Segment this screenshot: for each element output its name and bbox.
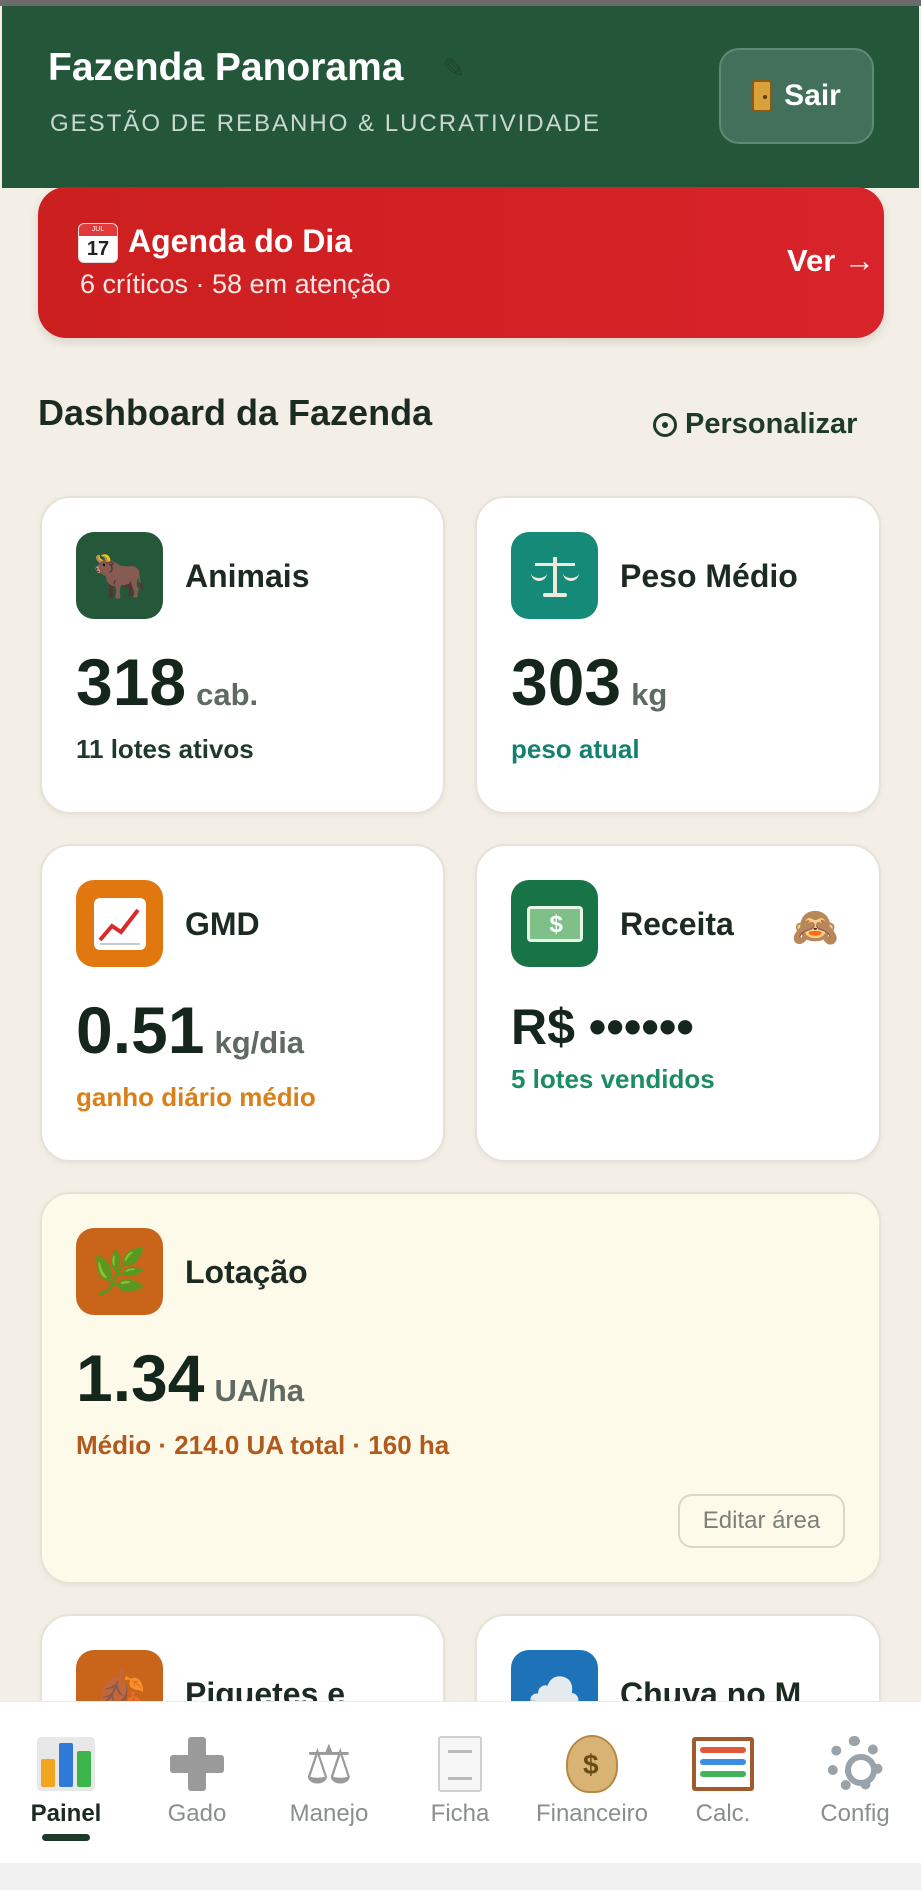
weight-label: Peso Médio: [620, 558, 798, 594]
stocking-card[interactable]: 🌿 Lotação 1.34 UA/ha Médio · 214.0 UA to…: [40, 1192, 881, 1584]
calendar-icon: JUL 17: [78, 223, 118, 263]
nav-gado[interactable]: Gado: [131, 1732, 263, 1828]
nav-manejo[interactable]: ⚖ Manejo: [263, 1732, 395, 1828]
revenue-value: R$ ••••••: [511, 999, 694, 1055]
gear-icon: [789, 1732, 921, 1796]
customize-button[interactable]: Personalizar: [653, 408, 857, 441]
logout-label: Sair: [784, 79, 841, 112]
money-icon: [511, 880, 598, 967]
chart-up-icon: [76, 880, 163, 967]
nav-ficha[interactable]: Ficha: [394, 1732, 526, 1828]
door-icon: [752, 80, 773, 112]
scale-icon: [511, 532, 598, 619]
pencil-icon[interactable]: ✎: [442, 52, 465, 85]
revenue-card[interactable]: Receita 🙈 R$ •••••• 5 lotes vendidos: [475, 844, 881, 1162]
nav-financeiro[interactable]: Financeiro: [526, 1732, 658, 1828]
active-tab-indicator: [42, 1834, 90, 1841]
nav-calc[interactable]: Calc.: [657, 1732, 789, 1828]
animals-note: 11 lotes ativos: [76, 734, 254, 764]
weight-value: 303 kg: [511, 645, 668, 719]
gmd-value: 0.51 kg/dia: [76, 993, 305, 1067]
system-bar: [0, 1863, 921, 1890]
nav-config[interactable]: Config: [789, 1732, 921, 1828]
revenue-label: Receita: [620, 906, 734, 942]
nav-label: Ficha: [430, 1800, 490, 1827]
farm-name: Fazenda Panorama: [48, 46, 404, 89]
cow-icon: 🐂: [76, 532, 163, 619]
nav-label: Painel: [30, 1800, 102, 1827]
edit-area-button[interactable]: Editar área: [678, 1494, 845, 1548]
money-bag-icon: [526, 1732, 658, 1796]
logout-button[interactable]: Sair: [719, 48, 874, 144]
agenda-summary: 6 críticos · 58 em atenção: [80, 269, 391, 299]
animals-card[interactable]: 🐂 Animais 318 cab. 11 lotes ativos: [40, 496, 445, 814]
nav-painel[interactable]: Painel: [0, 1732, 132, 1828]
nav-label: Calc.: [695, 1800, 751, 1827]
abacus-icon: [657, 1732, 789, 1796]
gmd-label: GMD: [185, 906, 260, 942]
weight-note: peso atual: [511, 734, 640, 764]
gear-icon: [653, 412, 677, 437]
nav-label: Financeiro: [535, 1800, 649, 1827]
animals-label: Animais: [185, 558, 310, 594]
app-subtitle: GESTÃO DE REBANHO & LUCRATIVIDADE: [50, 110, 601, 137]
nav-label: Manejo: [289, 1800, 369, 1827]
balance-scale-icon: ⚖: [304, 1734, 354, 1795]
app-header: Fazenda Panorama ✎ GESTÃO DE REBANHO & L…: [2, 6, 919, 188]
stocking-note: Médio · 214.0 UA total · 160 ha: [76, 1430, 450, 1460]
gmd-card[interactable]: GMD 0.51 kg/dia ganho diário médio: [40, 844, 445, 1162]
bottom-nav: Painel Gado ⚖ Manejo Ficha Financeiro Ca…: [0, 1701, 921, 1863]
animals-value: 318 cab.: [76, 645, 259, 719]
revenue-note: 5 lotes vendidos: [511, 1064, 715, 1094]
nav-label: Config: [820, 1800, 890, 1827]
dashboard-title: Dashboard da Fazenda: [38, 392, 433, 433]
stocking-label: Lotação: [185, 1254, 308, 1290]
nav-label: Gado: [167, 1800, 227, 1827]
bar-chart-icon: [0, 1732, 132, 1796]
gmd-note: ganho diário médio: [76, 1082, 316, 1112]
herb-icon: 🌿: [76, 1228, 163, 1315]
agenda-title: Agenda do Dia: [128, 223, 353, 259]
weight-card[interactable]: Peso Médio 303 kg peso atual: [475, 496, 881, 814]
agenda-banner[interactable]: JUL 17 Agenda do Dia 6 críticos · 58 em …: [38, 187, 884, 338]
stocking-value: 1.34 UA/ha: [76, 1341, 305, 1415]
document-icon: [394, 1732, 526, 1796]
customize-label: Personalizar: [685, 408, 858, 440]
plus-icon: [131, 1732, 263, 1796]
agenda-view-button[interactable]: Ver →: [787, 243, 875, 279]
see-no-evil-monkey-icon[interactable]: 🙈: [792, 906, 839, 950]
